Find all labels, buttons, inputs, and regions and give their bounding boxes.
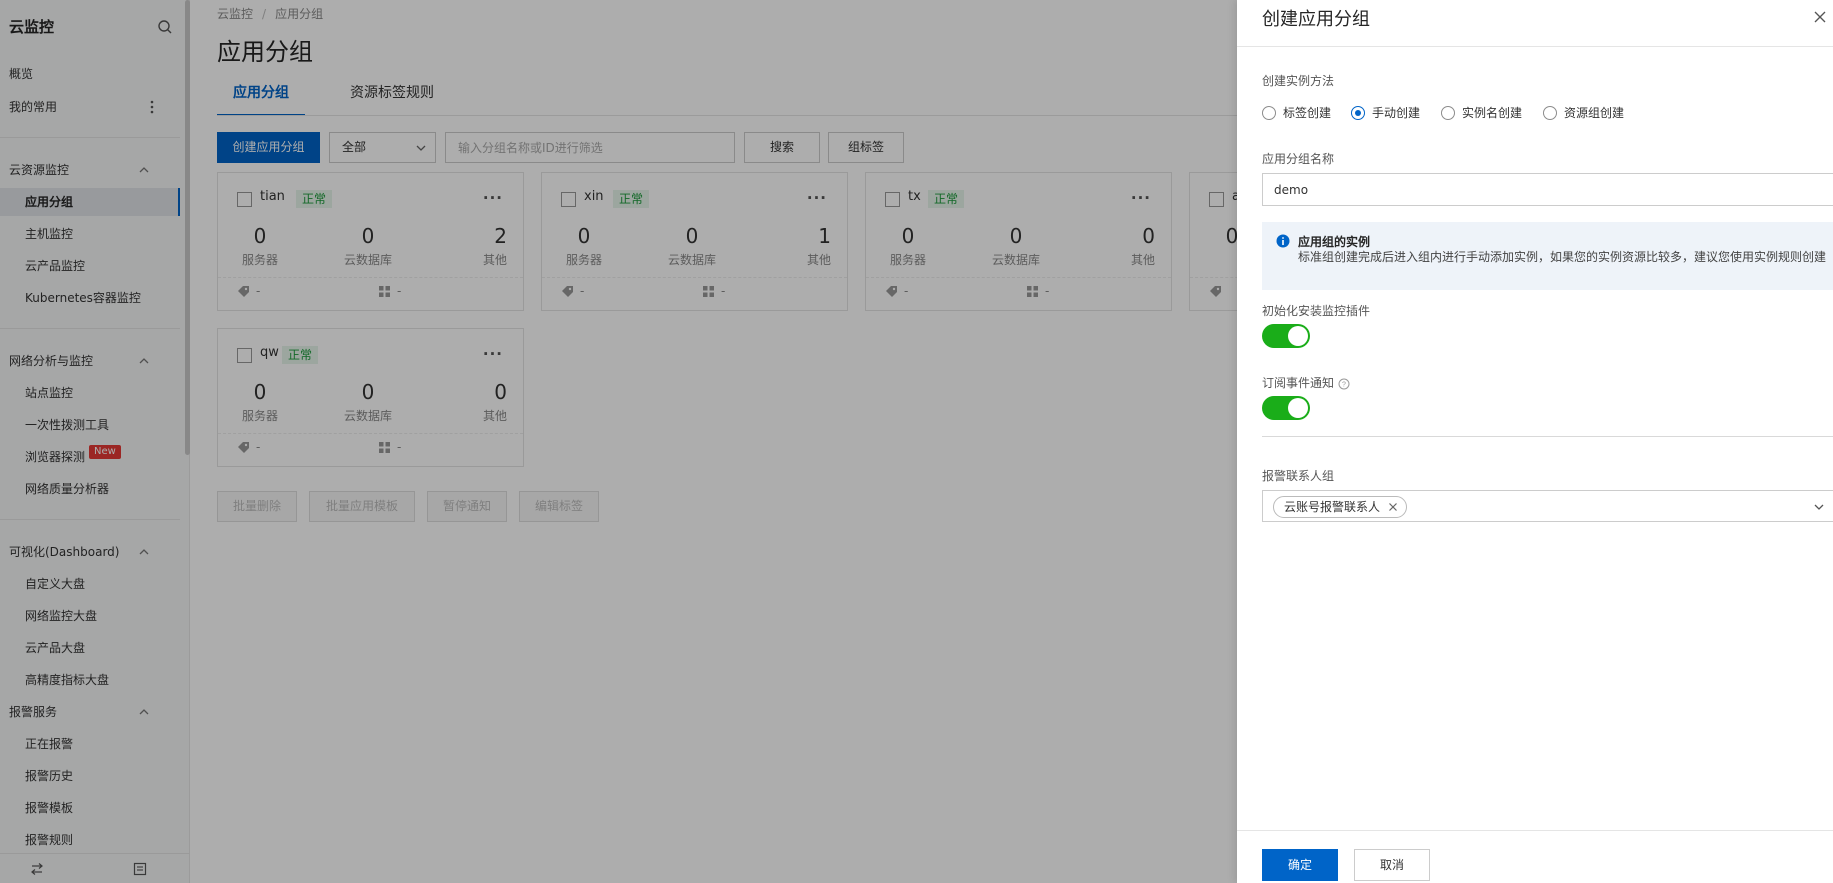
chip-label: 云账号报警联系人: [1284, 500, 1381, 514]
radio-label: 手动创建: [1372, 106, 1421, 120]
radio-label: 标签创建: [1283, 106, 1332, 120]
subscribe-label-row: 订阅事件通知?: [1262, 374, 1350, 391]
info-description: 标准组创建完成后进入组内进行手动添加实例，如果您的实例资源比较多，建议您使用实例…: [1298, 250, 1827, 264]
radio-label: 实例名创建: [1462, 106, 1523, 120]
create-group-drawer: 创建应用分组 创建实例方法 标签创建 手动创建 实例名创建 资源组创建 应用分组…: [1237, 0, 1833, 883]
method-label: 创建实例方法: [1262, 74, 1335, 88]
help-icon[interactable]: ?: [1338, 378, 1350, 390]
plugin-label: 初始化安装监控插件: [1262, 304, 1371, 318]
info-box: 应用组的实例 标准组创建完成后进入组内进行手动添加实例，如果您的实例资源比较多，…: [1262, 222, 1833, 290]
group-name-label: 应用分组名称: [1262, 152, 1335, 166]
install-plugin-toggle[interactable]: [1262, 324, 1310, 348]
contact-group-select[interactable]: 云账号报警联系人: [1262, 490, 1833, 522]
drawer-footer-divider: [1237, 830, 1833, 831]
radio-tag-create[interactable]: 标签创建: [1262, 105, 1331, 123]
modal-mask[interactable]: [0, 0, 1237, 883]
chevron-down-icon: [1814, 504, 1824, 510]
info-icon: [1276, 234, 1290, 248]
subscribe-events-toggle[interactable]: [1262, 396, 1310, 420]
svg-text:?: ?: [1342, 381, 1346, 388]
radio-instance-name-create[interactable]: 实例名创建: [1441, 105, 1522, 123]
radio-circle: [1262, 105, 1276, 120]
radio-circle: [1351, 105, 1365, 120]
contact-chip[interactable]: 云账号报警联系人: [1273, 496, 1408, 518]
group-name-input[interactable]: [1262, 173, 1833, 206]
confirm-button[interactable]: 确定: [1262, 849, 1338, 881]
form-divider: [1262, 436, 1833, 437]
drawer-title: 创建应用分组: [1262, 9, 1370, 30]
radio-circle: [1441, 105, 1455, 120]
radio-circle: [1543, 105, 1557, 120]
drawer-header-divider: [1237, 46, 1833, 47]
radio-manual-create[interactable]: 手动创建: [1351, 105, 1420, 123]
radio-label: 资源组创建: [1564, 106, 1625, 120]
contact-group-label: 报警联系人组: [1262, 469, 1335, 483]
cancel-button[interactable]: 取消: [1354, 849, 1430, 881]
close-icon[interactable]: [1813, 10, 1827, 24]
radio-resource-group-create[interactable]: 资源组创建: [1543, 105, 1624, 123]
close-icon[interactable]: [1388, 502, 1398, 512]
subscribe-label: 订阅事件通知: [1262, 376, 1335, 390]
info-title: 应用组的实例: [1298, 235, 1371, 249]
